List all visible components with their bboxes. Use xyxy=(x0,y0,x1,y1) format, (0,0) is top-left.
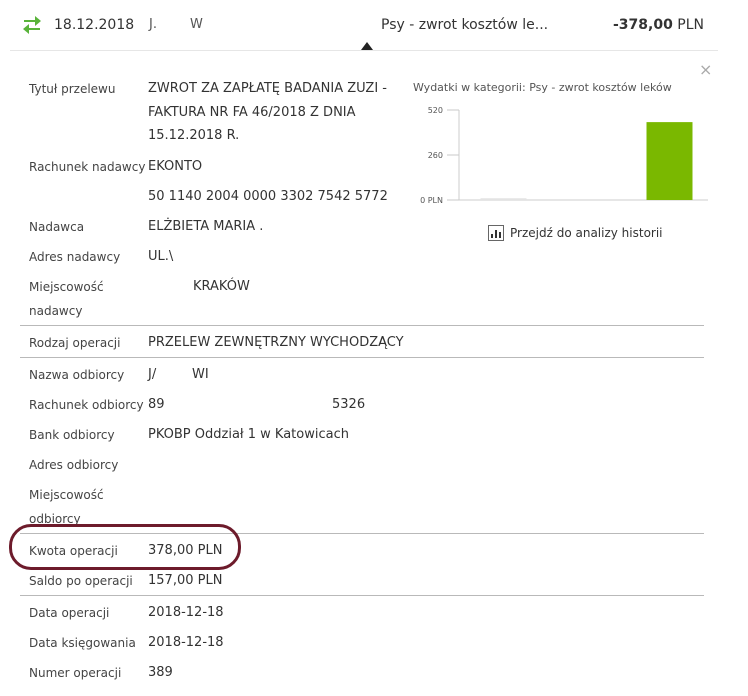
label-rodzaj-operacji: Rodzaj operacji xyxy=(29,336,121,350)
amount-currency: PLN xyxy=(677,17,704,33)
label-data-ksiegowania: Data księgowania xyxy=(29,636,136,650)
label-adres-odbiorcy: Adres odbiorcy xyxy=(29,458,119,472)
y-tick-label: 0 PLN xyxy=(420,196,443,205)
value-data-operacji: 2018-12-18 xyxy=(148,605,224,620)
transaction-amount: -378,00 PLN xyxy=(613,17,704,33)
value-rachunek-nadawcy-line1: EKONTO xyxy=(148,159,203,174)
value-rachunek-nadawcy-line2: 50 1140 2004 0000 3302 7542 5772 xyxy=(148,189,388,204)
value-numer-operacji: 389 xyxy=(148,665,173,680)
label-bank-odbiorcy: Bank odbiorcy xyxy=(29,428,115,442)
history-analysis-link[interactable]: Przejdź do analizy historii xyxy=(488,225,663,241)
chart-bar[interactable] xyxy=(646,122,693,200)
value-data-ksiegowania: 2018-12-18 xyxy=(148,635,224,650)
label-miejscowosc-nadawcy-2: nadawcy xyxy=(29,304,83,318)
amount-value: -378,00 xyxy=(612,17,673,33)
divider xyxy=(20,325,704,326)
value-nazwa-odbiorcy-part1: J/ xyxy=(148,367,157,382)
label-rachunek-nadawcy: Rachunek nadawcy xyxy=(29,160,146,174)
divider xyxy=(20,357,704,358)
value-miejscowosc-nadawcy: KRAKÓW xyxy=(193,279,250,294)
label-miejscowosc-nadawcy-1: Miejscowość xyxy=(29,280,104,294)
value-nazwa-odbiorcy-part2: WI xyxy=(192,367,209,382)
history-analysis-label: Przejdź do analizy historii xyxy=(510,226,663,240)
value-tytul-line2: FAKTURA NR FA 46/2018 Z DNIA xyxy=(148,105,356,120)
value-rachunek-odbiorcy-part2: 5326 xyxy=(332,397,366,412)
value-nadawca: ELŻBIETA MARIA . xyxy=(148,219,264,234)
label-adres-nadawcy: Adres nadawcy xyxy=(29,250,121,264)
label-nazwa-odbiorcy: Nazwa odbiorcy xyxy=(29,368,125,382)
category-expense-chart: 520 260 0 PLN xyxy=(420,106,708,205)
value-adres-nadawcy: UL.\ xyxy=(148,249,174,264)
chart-title: Wydatki w kategorii: Psy - zwrot kosztów… xyxy=(413,81,672,94)
value-rachunek-odbiorcy-part1: 89 xyxy=(148,397,165,412)
label-rachunek-odbiorcy: Rachunek odbiorcy xyxy=(29,398,144,412)
counterparty-name-part: J. xyxy=(149,17,157,32)
value-tytul-line3: 15.12.2018 R. xyxy=(148,128,240,143)
transaction-category: Psy - zwrot kosztów le... xyxy=(381,17,549,33)
label-saldo-po-operacji: Saldo po operacji xyxy=(29,574,133,588)
transfer-arrows-icon xyxy=(23,16,41,34)
value-saldo-po-operacji: 157,00 PLN xyxy=(148,573,223,588)
label-tytul: Tytuł przelewu xyxy=(29,82,116,96)
highlight-ring xyxy=(9,524,241,570)
y-tick-label: 260 xyxy=(428,151,443,160)
value-rodzaj-operacji: PRZELEW ZEWNĘTRZNY WYCHODZĄCY xyxy=(148,335,404,350)
value-bank-odbiorcy: PKOBP Oddział 1 w Katowicach xyxy=(148,427,349,442)
transaction-date: 18.12.2018 xyxy=(54,17,135,33)
label-numer-operacji: Numer operacji xyxy=(29,666,122,680)
label-miejscowosc-odbiorcy-1: Miejscowość xyxy=(29,488,104,502)
label-data-operacji: Data operacji xyxy=(29,606,110,620)
value-tytul-line1: ZWROT ZA ZAPŁATĘ BADANIA ZUZI - xyxy=(148,81,387,96)
expand-pointer-icon xyxy=(361,42,373,50)
y-tick-label: 520 xyxy=(428,106,443,115)
chart-bar[interactable] xyxy=(480,198,527,200)
divider xyxy=(20,595,704,596)
label-nadawca: Nadawca xyxy=(29,220,85,234)
close-icon[interactable]: × xyxy=(699,60,712,79)
counterparty-name-part: W xyxy=(190,17,203,32)
bar-chart-icon xyxy=(488,225,504,241)
